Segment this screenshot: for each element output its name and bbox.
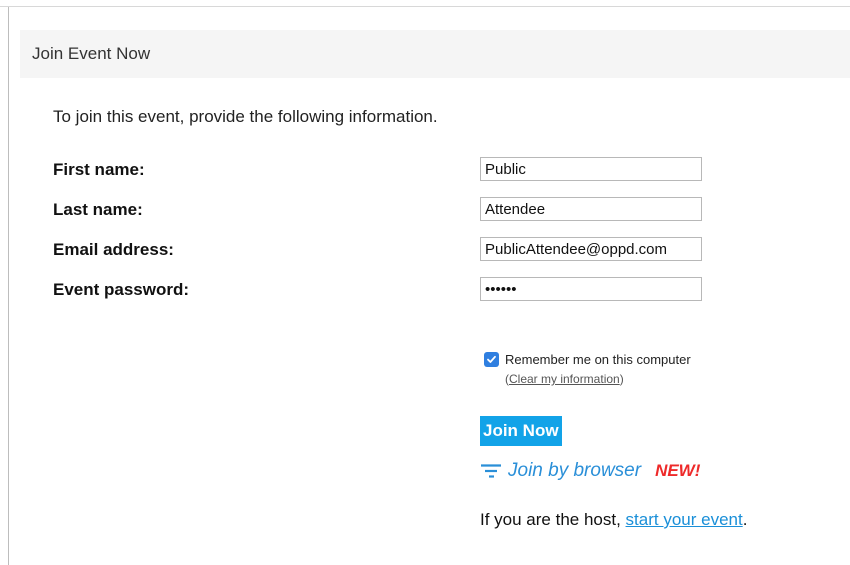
join-by-browser-link[interactable]: Join by browser NEW! <box>480 460 700 482</box>
header-bar: Join Event Now <box>20 30 850 78</box>
intro-text: To join this event, provide the followin… <box>53 107 438 126</box>
email-label: Email address: <box>53 240 174 259</box>
page-title: Join Event Now <box>32 44 151 63</box>
left-divider <box>8 7 9 565</box>
remember-me-checkbox[interactable] <box>484 352 499 367</box>
clear-info-link[interactable]: Clear my information <box>509 372 620 386</box>
new-badge: NEW! <box>655 461 701 480</box>
email-input[interactable] <box>480 237 702 261</box>
password-label: Event password: <box>53 280 190 299</box>
clear-info-row: (Clear my information) <box>505 372 624 386</box>
clear-close-paren: ) <box>619 372 624 386</box>
last-name-label: Last name: <box>53 200 143 219</box>
host-row: If you are the host, start your event. <box>480 510 747 530</box>
remember-me-row: Remember me on this computer <box>484 352 691 367</box>
checkmark-icon <box>487 355 496 363</box>
top-divider <box>0 6 850 7</box>
host-prefix: If you are the host, <box>480 510 626 529</box>
host-suffix: . <box>742 510 748 529</box>
browser-menu-icon <box>481 464 501 478</box>
last-name-input[interactable] <box>480 197 702 221</box>
remember-me-label: Remember me on this computer <box>505 352 691 367</box>
first-name-label: First name: <box>53 160 145 179</box>
join-event-window: Join Event Now To join this event, provi… <box>0 0 850 565</box>
start-event-link[interactable]: start your event <box>626 510 743 529</box>
first-name-input[interactable] <box>480 157 702 181</box>
join-by-browser-label: Join by browser <box>508 460 642 481</box>
password-input[interactable] <box>480 277 702 301</box>
join-now-button[interactable]: Join Now <box>480 416 562 446</box>
